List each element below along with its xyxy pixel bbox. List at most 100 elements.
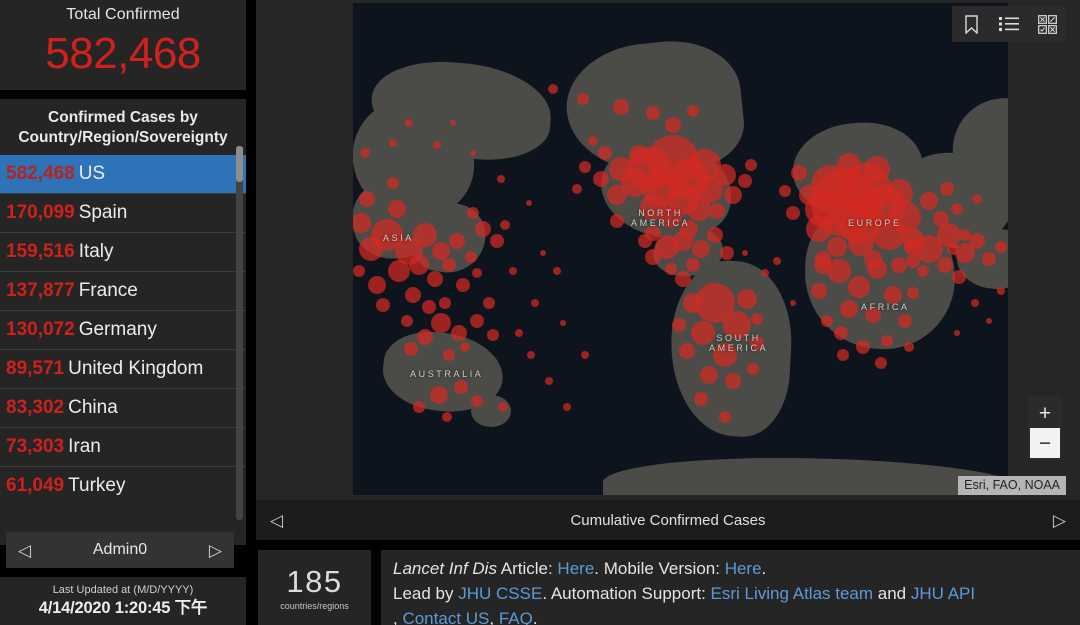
map-case-circle bbox=[675, 271, 691, 287]
map-case-circle bbox=[679, 343, 695, 359]
map-case-circle bbox=[907, 287, 919, 299]
map-case-circle bbox=[465, 251, 477, 263]
mobile-version-text: . Mobile Version: bbox=[594, 559, 725, 578]
map-case-circle bbox=[867, 259, 887, 279]
map-case-circle bbox=[526, 200, 532, 206]
map-case-circle bbox=[827, 237, 847, 257]
legend-list-icon[interactable] bbox=[990, 6, 1028, 42]
map-panel[interactable]: ASIA NORTH AMERICA SOUTH AMERICA AUSTRALIA EUR… bbox=[256, 0, 1080, 540]
map-case-circle bbox=[982, 252, 996, 266]
country-list-scrollbar[interactable] bbox=[236, 146, 243, 520]
map-case-circle bbox=[442, 412, 452, 422]
map-case-circle bbox=[360, 148, 370, 158]
country-row-count: 61,049 bbox=[6, 475, 65, 496]
map-case-circle bbox=[531, 299, 539, 307]
map-case-circle bbox=[577, 93, 589, 105]
lancet-article-link[interactable]: Here bbox=[557, 559, 594, 578]
map-case-circle bbox=[969, 233, 985, 249]
map-case-circle bbox=[449, 233, 465, 249]
map-case-circle bbox=[672, 318, 686, 332]
map-footer-prev-icon[interactable]: ◁ bbox=[270, 512, 283, 529]
map-case-circle bbox=[891, 257, 907, 273]
map-case-circle bbox=[470, 314, 484, 328]
country-row-name: Italy bbox=[78, 241, 114, 262]
admin-pager-prev-icon[interactable]: ◁ bbox=[18, 542, 31, 559]
map-case-circle bbox=[433, 141, 441, 149]
map-tools-bar[interactable] bbox=[952, 6, 1066, 42]
map-footer-bar[interactable]: ◁ Cumulative Confirmed Cases ▷ bbox=[256, 500, 1080, 540]
map-case-circle bbox=[940, 182, 954, 196]
credits-links-card: Lancet Inf Dis Article: Here. Mobile Ver… bbox=[381, 550, 1080, 625]
admin-level-pager[interactable]: ◁ Admin0 ▷ bbox=[6, 532, 234, 568]
country-row[interactable]: 73,303 Iran bbox=[0, 427, 246, 466]
map-case-circle bbox=[475, 221, 491, 237]
lancet-journal-name: Lancet Inf Dis bbox=[393, 559, 497, 578]
confirmed-cases-list[interactable]: 582,468 US 170,099 Spain 159,516 Italy 137,877… bbox=[0, 155, 246, 530]
lead-by-text: Lead by bbox=[393, 584, 459, 603]
map-case-circle bbox=[725, 373, 741, 389]
map-case-circle bbox=[389, 139, 397, 147]
map-zoom-controls[interactable]: + − bbox=[1028, 396, 1062, 460]
country-row-name: France bbox=[78, 280, 138, 301]
country-list-scrollbar-thumb[interactable] bbox=[236, 146, 243, 182]
map-case-circle bbox=[972, 194, 982, 204]
country-row[interactable]: 137,877 France bbox=[0, 271, 246, 310]
map-case-circle bbox=[691, 321, 715, 345]
map-case-circle bbox=[427, 271, 443, 287]
map-canvas[interactable]: ASIA NORTH AMERICA SOUTH AMERICA AUSTRALIA EUR… bbox=[353, 3, 1008, 495]
country-row[interactable]: 159,516 Italy bbox=[0, 232, 246, 271]
map-landmass bbox=[603, 458, 1008, 495]
last-updated-value: 4/14/2020 1:20:45 下午 bbox=[38, 599, 208, 617]
confirmed-cases-list-title: Confirmed Cases by Country/Region/Sovere… bbox=[18, 109, 228, 146]
map-case-circle bbox=[714, 164, 736, 186]
confirmed-cases-list-card: Confirmed Cases by Country/Region/Sovere… bbox=[0, 99, 246, 545]
country-row[interactable]: 89,571 United Kingdom bbox=[0, 349, 246, 388]
country-row-name: Iran bbox=[68, 436, 101, 457]
map-case-circle bbox=[417, 329, 433, 345]
jhu-csse-link[interactable]: JHU CSSE bbox=[458, 584, 542, 603]
country-row[interactable]: 582,468 US bbox=[0, 155, 246, 193]
map-case-circle bbox=[490, 234, 504, 248]
map-case-circle bbox=[451, 325, 467, 341]
map-case-circle bbox=[790, 300, 796, 306]
map-case-circle bbox=[834, 326, 848, 340]
basemap-gallery-icon[interactable] bbox=[1028, 6, 1066, 42]
map-case-circle bbox=[638, 234, 652, 248]
country-row-count: 83,302 bbox=[6, 397, 65, 418]
esri-living-atlas-link[interactable]: Esri Living Atlas team bbox=[711, 584, 874, 603]
line3-sep-2: , bbox=[489, 609, 499, 625]
admin-pager-next-icon[interactable]: ▷ bbox=[209, 542, 222, 559]
map-case-circle bbox=[545, 377, 553, 385]
map-case-circle bbox=[707, 227, 723, 243]
map-case-circle bbox=[498, 402, 508, 412]
map-case-circle bbox=[872, 216, 906, 250]
map-case-circle bbox=[607, 185, 627, 205]
map-case-circle bbox=[821, 315, 833, 327]
map-case-circle bbox=[904, 238, 922, 256]
country-row-name: Germany bbox=[78, 319, 157, 340]
map-footer-next-icon[interactable]: ▷ bbox=[1053, 512, 1066, 529]
contact-us-link[interactable]: Contact US bbox=[402, 609, 489, 625]
faq-link[interactable]: FAQ bbox=[499, 609, 533, 625]
country-row[interactable]: 83,302 China bbox=[0, 388, 246, 427]
map-case-circle bbox=[747, 363, 759, 375]
map-case-circle bbox=[986, 318, 992, 324]
mobile-version-link[interactable]: Here bbox=[725, 559, 762, 578]
map-case-circle bbox=[613, 99, 629, 115]
map-case-circle bbox=[686, 258, 700, 272]
map-case-circle bbox=[719, 411, 731, 423]
country-row[interactable]: 130,072 Germany bbox=[0, 310, 246, 349]
country-row[interactable]: 61,049 Turkey bbox=[0, 466, 246, 505]
zoom-in-button[interactable]: + bbox=[1030, 398, 1060, 428]
map-case-circle bbox=[497, 175, 505, 183]
map-case-circle bbox=[750, 336, 764, 350]
bookmark-icon[interactable] bbox=[952, 6, 990, 42]
country-row-count: 137,877 bbox=[6, 280, 75, 301]
jhu-api-link[interactable]: JHU API bbox=[911, 584, 975, 603]
map-case-circle bbox=[751, 313, 763, 325]
map-case-circle bbox=[799, 185, 819, 205]
zoom-out-button[interactable]: − bbox=[1030, 428, 1060, 458]
map-case-circle bbox=[904, 342, 914, 352]
country-row[interactable]: 170,099 Spain bbox=[0, 193, 246, 232]
map-case-circle bbox=[898, 314, 912, 328]
